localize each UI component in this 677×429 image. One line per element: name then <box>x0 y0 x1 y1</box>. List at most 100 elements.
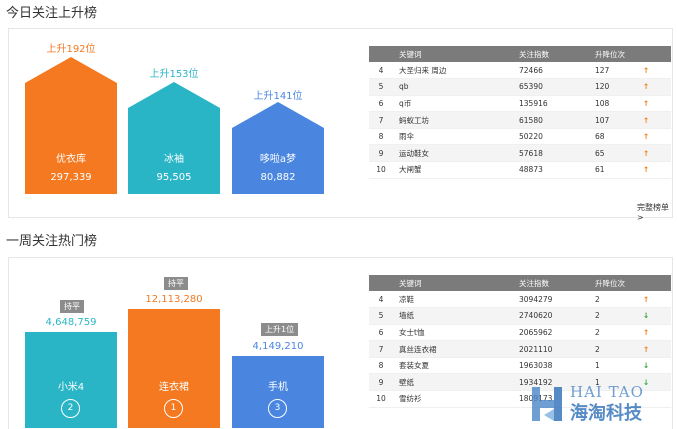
row-index: 9 <box>369 373 393 392</box>
col-header-keyword: 关键词 <box>393 46 513 62</box>
row-index: 10 <box>369 390 393 408</box>
table-row[interactable]: 4 大圣归来 周边 72466 127 ↑ <box>369 62 671 80</box>
row-change: 120 <box>589 78 637 96</box>
arrow-up-icon: ↑ <box>637 62 671 80</box>
row-index: 5 <box>369 78 393 96</box>
rank-badge-2: 2 <box>61 399 80 418</box>
bar-b1-name: 小米4 <box>57 382 85 393</box>
table-header-row: 关键词 关注指数 升降位次 <box>369 275 671 291</box>
table-row[interactable]: 5 qb 65390 120 ↑ <box>369 78 671 96</box>
row-keyword[interactable]: 雨伞 <box>393 128 513 146</box>
bar-1-rank-label: 上升192位 <box>46 44 96 55</box>
bar-3-rank-label: 上升141位 <box>253 91 303 102</box>
row-index-value: 72466 <box>513 62 589 80</box>
bar-b3[interactable]: 手机 3 <box>232 356 324 428</box>
bar-2-name: 冰袖 <box>164 154 184 165</box>
row-keyword[interactable]: 墙纸 <box>393 307 513 325</box>
top-ranking-table: 关键词 关注指数 升降位次 4 大圣归来 周边 72466 127 ↑ 5 qb… <box>369 46 671 179</box>
row-index: 6 <box>369 95 393 113</box>
haitao-watermark: HAI TAO 海淘科技 <box>526 381 676 427</box>
arrow-up-icon: ↑ <box>637 144 671 163</box>
row-keyword[interactable]: 雪纺衫 <box>393 390 513 408</box>
arrow-up-icon: ↑ <box>637 78 671 96</box>
arrow-up-icon: ↑ <box>637 161 671 179</box>
row-keyword[interactable]: 女士t恤 <box>393 324 513 342</box>
row-keyword[interactable]: 蚂蚁工坊 <box>393 111 513 129</box>
table-row[interactable]: 9 运动鞋女 57618 65 ↑ <box>369 144 671 163</box>
bar-b2-status-tag: 持平 <box>164 277 188 290</box>
watermark-chinese: 海淘科技 <box>570 403 642 424</box>
bar-b1[interactable]: 小米4 2 <box>25 332 117 428</box>
bar-2-rank-label: 上升153位 <box>149 69 199 80</box>
table-header-row: 关键词 关注指数 升降位次 <box>369 46 671 62</box>
table-row[interactable]: 8 套装女夏 1963038 1 ↓ <box>369 357 671 375</box>
bar-b2[interactable]: 连衣裙 1 <box>128 309 220 428</box>
col-header-index <box>369 275 393 291</box>
full-list-link[interactable]: 完整榜单> <box>637 202 672 222</box>
row-keyword[interactable]: qb <box>393 78 513 96</box>
row-keyword[interactable]: 运动鞋女 <box>393 144 513 163</box>
table-row[interactable]: 6 q币 135916 108 ↑ <box>369 95 671 113</box>
table-row[interactable]: 5 墙纸 2740620 2 ↓ <box>369 307 671 325</box>
bar-1-arrow[interactable]: 优衣库 297,339 <box>25 57 117 194</box>
row-keyword[interactable]: q币 <box>393 95 513 113</box>
row-keyword[interactable]: 套装女夏 <box>393 357 513 375</box>
row-change: 2 <box>589 291 637 309</box>
rank-badge-1: 1 <box>164 399 183 418</box>
row-index-value: 65390 <box>513 78 589 96</box>
bar-b3-status-tag: 上升1位 <box>261 323 299 336</box>
arrow-down-icon: ↓ <box>637 307 671 325</box>
row-index-value: 135916 <box>513 95 589 113</box>
row-index-value: 48873 <box>513 161 589 179</box>
row-change: 108 <box>589 95 637 113</box>
col-header-index-value: 关注指数 <box>513 275 589 291</box>
col-header-keyword: 关键词 <box>393 275 513 291</box>
row-change: 1 <box>589 357 637 375</box>
row-change: 2 <box>589 340 637 358</box>
bar-2-arrow[interactable]: 冰袖 95,505 <box>128 82 220 194</box>
bar-3-name: 哆啦a梦 <box>259 154 297 165</box>
bar-3-value: 80,882 <box>260 172 296 183</box>
row-keyword[interactable]: 真丝连衣裙 <box>393 340 513 358</box>
table-row[interactable]: 7 蚂蚁工坊 61580 107 ↑ <box>369 111 671 129</box>
row-index-value: 2065962 <box>513 324 589 342</box>
row-keyword[interactable]: 大闸蟹 <box>393 161 513 179</box>
row-keyword[interactable]: 凉鞋 <box>393 291 513 309</box>
row-keyword[interactable]: 壁纸 <box>393 373 513 392</box>
bar-b2-name: 连衣裙 <box>159 382 189 393</box>
col-header-index-value: 关注指数 <box>513 46 589 62</box>
table-row[interactable]: 4 凉鞋 3094279 2 ↑ <box>369 291 671 309</box>
arrow-up-icon: ↑ <box>637 340 671 358</box>
row-index: 4 <box>369 62 393 80</box>
bar-b1-status-tag: 持平 <box>60 300 84 313</box>
col-header-index <box>369 46 393 62</box>
bar-3-arrow[interactable]: 哆啦a梦 80,882 <box>232 102 324 194</box>
arrow-up-icon: ↑ <box>637 324 671 342</box>
table-row[interactable]: 10 大闸蟹 48873 61 ↑ <box>369 161 671 179</box>
table-row[interactable]: 6 女士t恤 2065962 2 ↑ <box>369 324 671 342</box>
row-change: 65 <box>589 144 637 163</box>
bottom-section-title: 一周关注热门榜 <box>6 234 98 249</box>
row-index: 6 <box>369 324 393 342</box>
col-header-change: 升降位次 <box>589 46 637 62</box>
row-keyword[interactable]: 大圣归来 周边 <box>393 62 513 80</box>
row-index: 9 <box>369 144 393 163</box>
col-header-arrow <box>637 275 671 291</box>
bar-2-value: 95,505 <box>156 172 192 183</box>
row-index: 8 <box>369 128 393 146</box>
bar-1-name: 优衣库 <box>56 154 86 165</box>
col-header-change: 升降位次 <box>589 275 637 291</box>
table-row[interactable]: 8 雨伞 50220 68 ↑ <box>369 128 671 146</box>
row-change: 2 <box>589 324 637 342</box>
row-index-value: 2021110 <box>513 340 589 358</box>
row-index-value: 57618 <box>513 144 589 163</box>
arrow-up-icon: ↑ <box>637 95 671 113</box>
rank-badge-3: 3 <box>268 399 287 418</box>
row-index-value: 50220 <box>513 128 589 146</box>
table-row[interactable]: 7 真丝连衣裙 2021110 2 ↑ <box>369 340 671 358</box>
bar-1-value: 297,339 <box>50 172 92 183</box>
row-change: 127 <box>589 62 637 80</box>
row-index: 4 <box>369 291 393 309</box>
row-change: 2 <box>589 307 637 325</box>
row-index: 8 <box>369 357 393 375</box>
